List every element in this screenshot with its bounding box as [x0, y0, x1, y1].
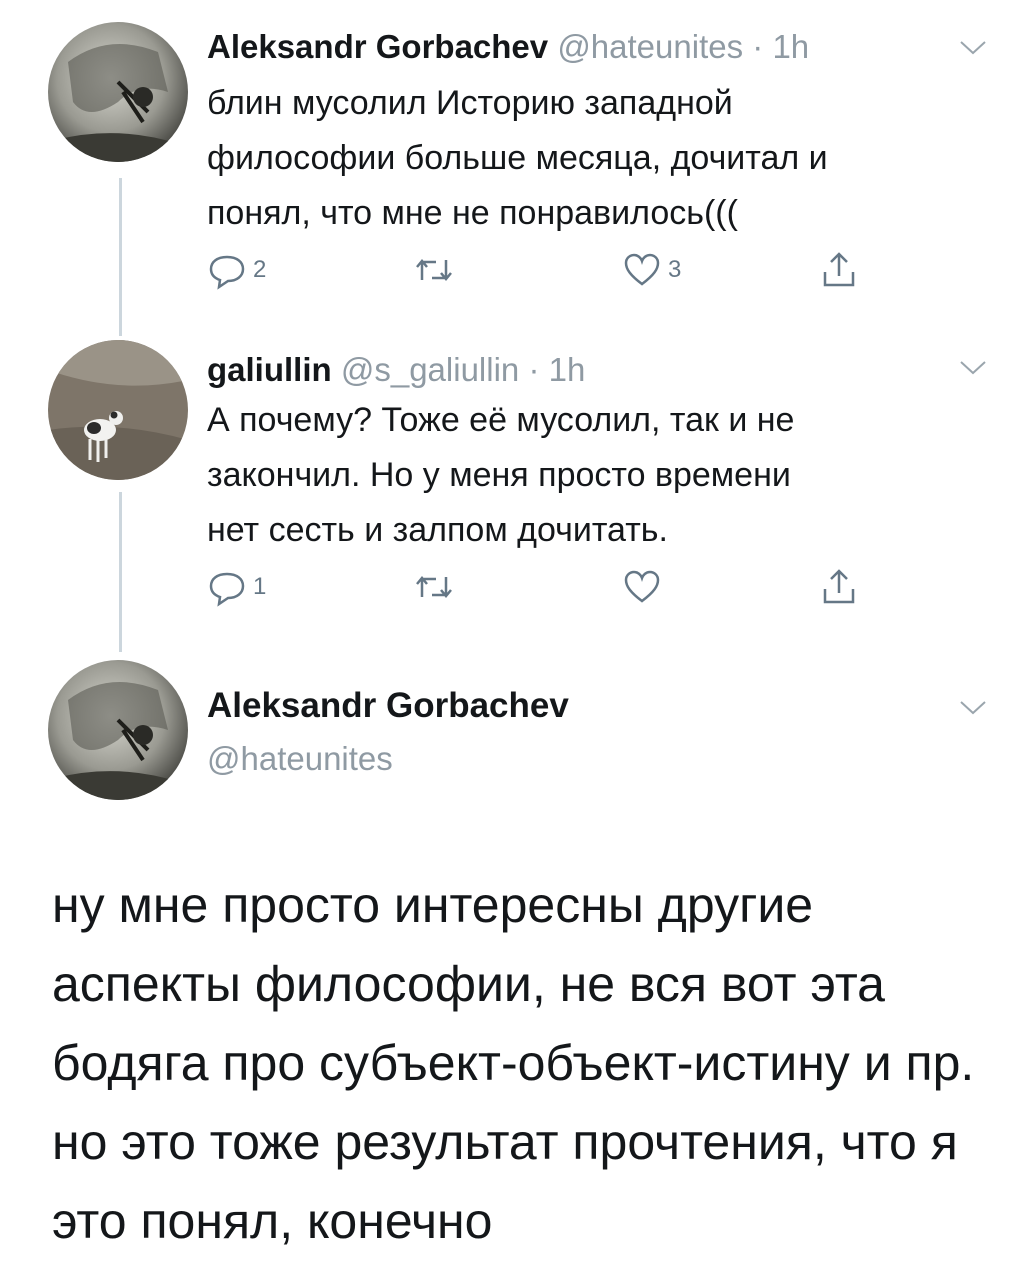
chevron-down-icon[interactable]	[958, 358, 988, 378]
separator: ·	[752, 28, 764, 65]
like-icon	[624, 570, 660, 603]
timestamp[interactable]: 1h	[549, 351, 586, 388]
tweet-text: А почему? Тоже её мусолил, так и не зако…	[207, 401, 795, 549]
reply-button[interactable]: 1	[207, 562, 266, 612]
author-name[interactable]: Aleksandr Gorbachev	[207, 28, 548, 65]
main-author-name[interactable]: Aleksandr Gorbachev	[207, 686, 569, 726]
timestamp[interactable]: 1h	[772, 28, 809, 65]
retweet-icon	[416, 576, 452, 598]
main-tweet-text: ну мне просто интересны другие аспекты ф…	[52, 877, 975, 1249]
reply-icon	[209, 255, 245, 290]
tweet-actions: 2 3	[207, 245, 887, 295]
chevron-down-icon[interactable]	[958, 698, 988, 718]
reply-count: 2	[253, 256, 267, 283]
share-icon	[823, 252, 855, 287]
thread-line-1	[119, 178, 122, 336]
cat-photo-avatar	[48, 340, 188, 480]
tweet-header: galiullin @s_galiullin · 1h	[207, 350, 585, 390]
reply-count: 1	[253, 573, 267, 600]
author-name[interactable]: galiullin	[207, 351, 332, 388]
tweet-header: Aleksandr Gorbachev @hateunites · 1h	[207, 27, 809, 67]
avatar-galiullin[interactable]	[48, 340, 188, 480]
author-handle[interactable]: @hateunites	[557, 28, 743, 65]
separator: ·	[528, 351, 540, 388]
thread-line-2	[119, 492, 122, 652]
statue-photo-avatar	[48, 660, 188, 800]
share-icon	[823, 569, 855, 604]
like-count: 3	[668, 256, 682, 283]
avatar-aleksandr[interactable]	[48, 22, 188, 162]
like-button[interactable]: 3	[622, 245, 681, 295]
retweet-button[interactable]	[412, 562, 456, 612]
reply-button[interactable]: 2	[207, 245, 266, 295]
like-button[interactable]	[622, 562, 668, 612]
author-handle[interactable]: @s_galiullin	[341, 351, 519, 388]
main-author-handle[interactable]: @hateunites	[207, 740, 393, 778]
like-icon	[624, 253, 660, 286]
statue-photo-avatar	[48, 22, 188, 162]
reply-icon	[209, 572, 245, 607]
share-button[interactable]	[819, 245, 859, 295]
avatar-aleksandr-main[interactable]	[48, 660, 188, 800]
chevron-down-icon[interactable]	[958, 38, 988, 58]
retweet-icon	[416, 259, 452, 281]
tweet-actions: 1	[207, 562, 887, 612]
retweet-button[interactable]	[412, 245, 456, 295]
share-button[interactable]	[819, 562, 859, 612]
tweet-text: блин мусолил Историю западной философии …	[207, 84, 828, 232]
